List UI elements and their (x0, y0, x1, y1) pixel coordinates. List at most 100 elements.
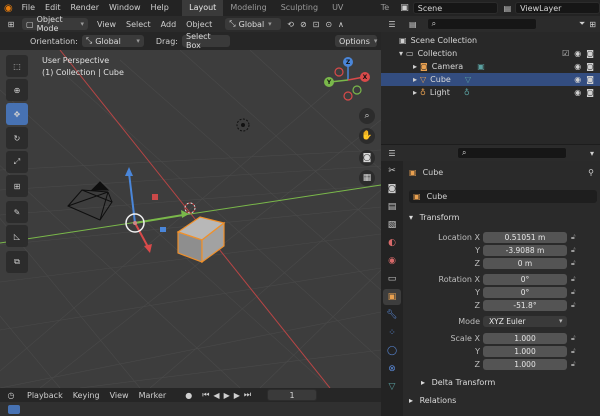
display-mode-icon[interactable]: ▤ (409, 20, 417, 29)
rotate-tool[interactable]: ↻ (6, 127, 28, 149)
rotation-y-field[interactable]: 0° (483, 286, 567, 298)
tab-world[interactable]: ◉ (383, 253, 401, 269)
add-cube-tool[interactable]: ⧉ (6, 251, 28, 273)
lock-icon[interactable]: 🔓︎ (571, 301, 576, 310)
options-icon[interactable]: ▾ (590, 149, 594, 158)
editor-type-icon[interactable]: ⊞ (0, 20, 22, 29)
expand-arrow-icon[interactable]: ▸ (413, 75, 417, 84)
tab-scene[interactable]: ◐ (383, 235, 401, 251)
menu-playback[interactable]: Playback (27, 391, 63, 400)
location-x-field[interactable]: 0.51051 m (483, 231, 567, 243)
pin-icon[interactable]: ⚲ (588, 168, 594, 177)
drag-dropdown[interactable]: Select Box (181, 32, 230, 50)
select-box-tool[interactable]: ⬚ (6, 55, 28, 77)
tab-texture[interactable]: Te (374, 0, 396, 16)
scale-x-field[interactable]: 1.000 (483, 332, 567, 344)
expand-arrow-icon[interactable]: ▸ (413, 62, 417, 71)
menu-edit[interactable]: Edit (40, 0, 66, 16)
lock-icon[interactable]: 🔓︎ (571, 259, 576, 268)
mode-dropdown[interactable]: ▢ Object Mode ▾ (22, 15, 88, 33)
tab-modeling[interactable]: Modeling (223, 0, 273, 16)
outliner-scene-collection[interactable]: ▣ Scene Collection (381, 34, 600, 47)
eye-icon[interactable]: ◉ (574, 75, 581, 84)
view-layer-icon[interactable]: ▤ (504, 4, 512, 13)
viewport-menu-add[interactable]: Add (161, 20, 177, 29)
scale-y-field[interactable]: 1.000 (483, 345, 567, 357)
light-data-icon[interactable]: ♁ (464, 88, 470, 97)
lock-icon[interactable]: 🔓︎ (571, 275, 576, 284)
orientation-dropdown[interactable]: ⤡ Global ▾ (81, 35, 144, 47)
move-tool[interactable]: ✥ (6, 103, 28, 125)
location-z-field[interactable]: 0 m (483, 257, 567, 269)
lock-icon[interactable]: 🔓︎ (571, 288, 576, 297)
camera-object[interactable] (67, 181, 113, 221)
tab-tool[interactable]: ✂ (383, 163, 401, 179)
tab-collection[interactable]: ▭ (383, 271, 401, 287)
pan-button[interactable]: ✋ (359, 128, 375, 144)
mesh-data-icon[interactable]: ▽ (465, 75, 471, 84)
lock-icon[interactable]: 🔓︎ (571, 347, 576, 356)
next-key-icon[interactable]: ▶ (234, 391, 240, 400)
proportional-edit-icon[interactable]: ⊙ (325, 20, 332, 29)
pivot-icon[interactable]: ⟲ (287, 20, 294, 29)
timeline-editor-icon[interactable]: ◷ (0, 391, 22, 400)
scale-z-field[interactable]: 1.000 (483, 358, 567, 370)
tab-render[interactable]: ◙ (383, 181, 401, 197)
scene-selector[interactable]: Scene (412, 2, 498, 14)
camera-view-button[interactable]: ◙ (359, 150, 375, 166)
jump-end-icon[interactable]: ⏭ (244, 390, 251, 400)
cursor-tool[interactable]: ⊕ (6, 79, 28, 101)
lock-icon[interactable]: 🔓︎ (571, 360, 576, 369)
rotation-x-field[interactable]: 0° (483, 273, 567, 285)
outliner-editor-icon[interactable]: ☰ (381, 20, 403, 29)
record-icon[interactable]: ● (185, 391, 192, 400)
relations-panel-header[interactable]: ▸ Relations (409, 396, 456, 405)
lock-icon[interactable]: 🔓︎ (571, 334, 576, 343)
options-dropdown[interactable]: Options ▾ (335, 35, 377, 47)
play-icon[interactable]: ▶ (224, 391, 230, 400)
scene-icon[interactable]: ▣ (400, 3, 409, 13)
tab-view-layer[interactable]: ▧ (383, 217, 401, 233)
view-layer-selector[interactable]: ViewLayer (515, 2, 600, 14)
tab-object[interactable]: ▣ (383, 289, 401, 305)
new-collection-icon[interactable]: ⊞ (589, 20, 596, 29)
camera-render-icon[interactable]: ◙ (586, 49, 594, 58)
menu-help[interactable]: Help (146, 0, 174, 16)
tab-physics[interactable]: ◯ (383, 343, 401, 359)
cube-object[interactable] (176, 216, 226, 264)
outliner-row-collection[interactable]: ▾ ▭ Collection ☑ ◉ ◙ (381, 47, 600, 60)
viewport-menu-select[interactable]: Select (126, 20, 151, 29)
properties-search[interactable]: ⌕ (457, 147, 567, 159)
tab-sculpting[interactable]: Sculpting (274, 0, 325, 16)
current-frame-field[interactable]: 1 (267, 389, 318, 401)
transform-tool[interactable]: ⊞ (6, 175, 28, 197)
tab-data[interactable]: ▽ (383, 379, 401, 395)
annotate-tool[interactable]: ✎ (6, 201, 28, 223)
outliner-search[interactable]: ⌕ (426, 18, 537, 30)
camera-data-icon[interactable]: ▣ (477, 62, 485, 71)
outliner-row-camera[interactable]: ▸ ◙ Camera ▣ ◉ ◙ (381, 60, 600, 73)
3d-viewport[interactable]: Z X Y (0, 50, 381, 388)
menu-keying[interactable]: Keying (73, 391, 100, 400)
tab-constraints[interactable]: ⊗ (383, 361, 401, 377)
transform-orientation-dropdown[interactable]: ⤡ Global ▾ (225, 18, 282, 30)
eye-icon[interactable]: ◉ (574, 62, 581, 71)
menu-file[interactable]: File (17, 0, 40, 16)
outliner-row-cube[interactable]: ▸ ▽ Cube ▽ ◉ ◙ (381, 73, 600, 86)
expand-arrow-icon[interactable]: ▾ (399, 49, 403, 58)
eye-icon[interactable]: ◉ (574, 88, 581, 97)
viewport-menu-object[interactable]: Object (186, 20, 212, 29)
lock-icon[interactable]: 🔓︎ (571, 246, 576, 255)
rotation-z-field[interactable]: -51.8° (483, 299, 567, 311)
tab-uv-editing[interactable]: UV Editing (325, 0, 374, 28)
navigation-gizmo[interactable]: Z X Y (324, 57, 370, 101)
menu-timeline-view[interactable]: View (110, 391, 129, 400)
camera-render-icon[interactable]: ◙ (586, 62, 594, 71)
camera-render-icon[interactable]: ◙ (586, 88, 594, 97)
jump-start-icon[interactable]: ⏮ (202, 390, 209, 400)
rotation-mode-dropdown[interactable]: XYZ Euler (483, 315, 567, 327)
properties-editor-icon[interactable]: ☰ (381, 149, 403, 158)
tab-output[interactable]: ▤ (383, 199, 401, 215)
location-y-field[interactable]: -3.9088 m (483, 244, 567, 256)
scale-tool[interactable]: ⤢ (6, 151, 28, 173)
